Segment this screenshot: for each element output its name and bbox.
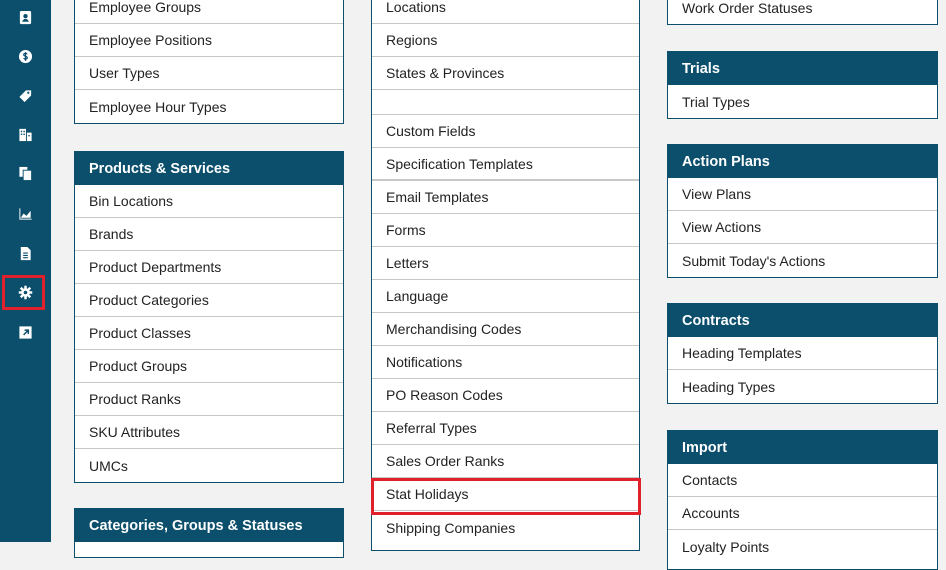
dollar-icon[interactable] [0, 41, 51, 71]
documents-icon[interactable] [0, 158, 51, 188]
list-item[interactable]: Heading Templates [668, 337, 937, 370]
list-item[interactable]: Submit Today's Actions [668, 244, 937, 277]
list-item[interactable]: Product Departments [75, 251, 343, 284]
list-item[interactable]: Product Ranks [75, 383, 343, 416]
list-item[interactable]: SKU Attributes [75, 416, 343, 449]
contacts-icon[interactable] [0, 2, 51, 32]
list-item[interactable]: Letters [372, 247, 639, 280]
list-item[interactable]: Notifications [372, 346, 639, 379]
list-item[interactable]: View Actions [668, 211, 937, 244]
sidebar [0, 0, 51, 542]
list-item[interactable]: Bin Locations [75, 185, 343, 218]
panel-title: Contracts [668, 304, 937, 337]
external-link-icon[interactable] [0, 317, 51, 347]
trials-panel: Trials Trial Types [667, 51, 938, 119]
list-item[interactable]: Employee Groups [75, 0, 343, 24]
list-item[interactable]: Custom Fields [372, 115, 639, 148]
contracts-panel: Contracts Heading Templates Heading Type… [667, 303, 938, 404]
list-item[interactable]: Brands [75, 218, 343, 251]
list-item[interactable]: Locations [372, 0, 639, 24]
gear-icon[interactable] [0, 277, 51, 307]
list-item[interactable]: Accounts [668, 497, 937, 530]
list-item[interactable]: Language [372, 280, 639, 313]
tag-icon[interactable] [0, 80, 51, 110]
building-icon[interactable] [0, 119, 51, 149]
list-item[interactable]: Trial Types [668, 85, 937, 118]
panel-title: Import [668, 431, 937, 464]
list-item[interactable]: Employee Positions [75, 24, 343, 57]
list-item[interactable]: Forms [372, 214, 639, 247]
action-plans-panel: Action Plans View Plans View Actions Sub… [667, 144, 938, 278]
categories-panel: Categories, Groups & Statuses [74, 508, 344, 558]
list-item[interactable]: Loyalty Points [668, 530, 937, 563]
list-item[interactable]: Product Groups [75, 350, 343, 383]
list-item[interactable]: States & Provinces [372, 57, 639, 90]
list-item[interactable]: User Types [75, 57, 343, 90]
import-panel: Import Contacts Accounts Loyalty Points [667, 430, 938, 570]
list-item[interactable]: Employee Hour Types [75, 90, 343, 123]
list-item[interactable]: Product Categories [75, 284, 343, 317]
list-item[interactable]: Shipping Companies [372, 511, 639, 544]
list-item[interactable]: View Plans [668, 178, 937, 211]
panel-title: Categories, Groups & Statuses [75, 509, 343, 542]
list-item[interactable]: Sales Order Ranks [372, 445, 639, 478]
list-item[interactable]: Regions [372, 24, 639, 57]
panel-title: Action Plans [668, 145, 937, 178]
list-item[interactable]: Product Classes [75, 317, 343, 350]
settings-list-panel: Locations Regions States & Provinces Cus… [371, 0, 640, 551]
list-item[interactable]: Merchandising Codes [372, 313, 639, 346]
products-services-panel: Products & Services Bin Locations Brands… [74, 151, 344, 483]
file-icon[interactable] [0, 238, 51, 268]
list-item[interactable]: UMCs [75, 449, 343, 482]
panel-title: Trials [668, 52, 937, 85]
list-item[interactable]: Contacts [668, 464, 937, 497]
work-orders-panel: Work Order Statuses [667, 0, 938, 25]
panel-title: Products & Services [75, 152, 343, 185]
employees-panel: Employee Groups Employee Positions User … [74, 0, 344, 124]
list-item[interactable]: Specification Templates [372, 148, 639, 181]
chart-icon[interactable] [0, 198, 51, 228]
list-item[interactable]: Email Templates [372, 181, 639, 214]
list-item[interactable]: Heading Types [668, 370, 937, 403]
list-item[interactable]: Work Order Statuses [668, 0, 937, 24]
list-item[interactable]: Referral Types [372, 412, 639, 445]
stat-holidays-item[interactable]: Stat Holidays [372, 478, 639, 511]
list-item-empty [372, 90, 639, 115]
list-item[interactable]: PO Reason Codes [372, 379, 639, 412]
